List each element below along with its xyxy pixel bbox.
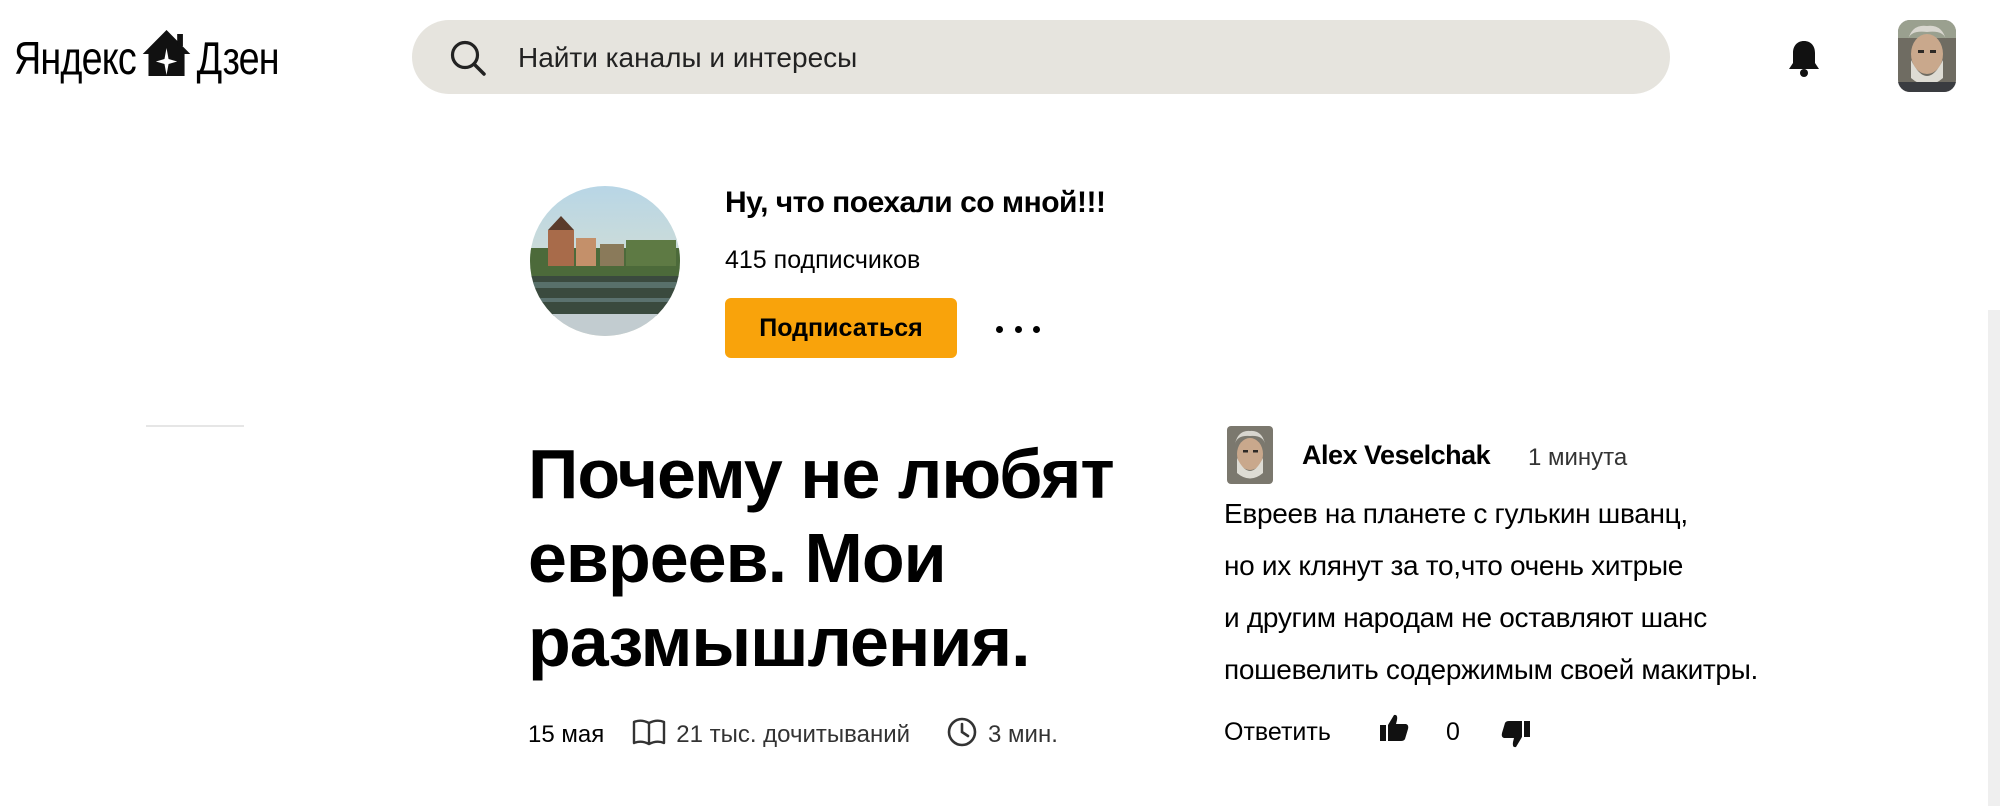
- article-meta: 15 мая 21 тыс. дочитываний 3 мин.: [528, 716, 1058, 755]
- subscribe-button[interactable]: Подписаться: [725, 298, 957, 358]
- yandex-zen-logo[interactable]: Яндекс Дзен: [14, 26, 280, 90]
- more-dots-icon[interactable]: [996, 314, 1040, 344]
- divider: [146, 425, 244, 427]
- thumb-up-icon[interactable]: [1378, 712, 1410, 749]
- article-read-time: 3 мин.: [988, 721, 1058, 748]
- logo-text-zen: Дзен: [196, 32, 280, 84]
- dot: [996, 325, 1003, 333]
- search-icon[interactable]: [448, 38, 488, 83]
- search-input[interactable]: [516, 20, 1620, 96]
- comment-author[interactable]: Alex Veselchak: [1302, 440, 1491, 471]
- comment-text-line: и другим народам не оставляют шанс: [1224, 602, 1707, 633]
- comment-author-avatar[interactable]: [1227, 426, 1273, 484]
- comment-text-line: Евреев на планете с гулькин шванц,: [1224, 498, 1688, 529]
- thumb-down-icon[interactable]: [1500, 718, 1532, 755]
- house-star-icon: [141, 28, 192, 89]
- comment-text-line: пошевелить содержимым своей макитры.: [1224, 654, 1759, 685]
- article-reads: 21 тыс. дочитываний: [676, 721, 911, 748]
- dot: [1033, 325, 1040, 333]
- bell-icon[interactable]: [1787, 38, 1821, 83]
- article-title: Почему не любят евреев. Мои размышления.: [528, 435, 1115, 681]
- scrollbar-track[interactable]: [1988, 310, 2000, 806]
- search-bar[interactable]: [412, 20, 1670, 96]
- book-icon: [632, 718, 666, 753]
- channel-subscribers: 415 подписчиков: [725, 246, 921, 274]
- likes-count: 0: [1446, 718, 1460, 746]
- article-date: 15 мая: [528, 721, 605, 748]
- clock-icon: [946, 716, 978, 755]
- user-avatar[interactable]: [1898, 20, 1956, 92]
- reply-button[interactable]: Ответить: [1224, 718, 1331, 747]
- channel-name[interactable]: Ну, что поехали со мной!!!: [725, 186, 1106, 220]
- comment-time: 1 минута: [1528, 444, 1628, 471]
- logo-text-yandex: Яндекс: [14, 32, 137, 84]
- top-bar: Яндекс Дзен: [0, 0, 2000, 115]
- channel-avatar[interactable]: [530, 186, 680, 336]
- dot: [1014, 325, 1022, 333]
- comment-text-line: но их клянут за то,что очень хитрые: [1224, 550, 1684, 581]
